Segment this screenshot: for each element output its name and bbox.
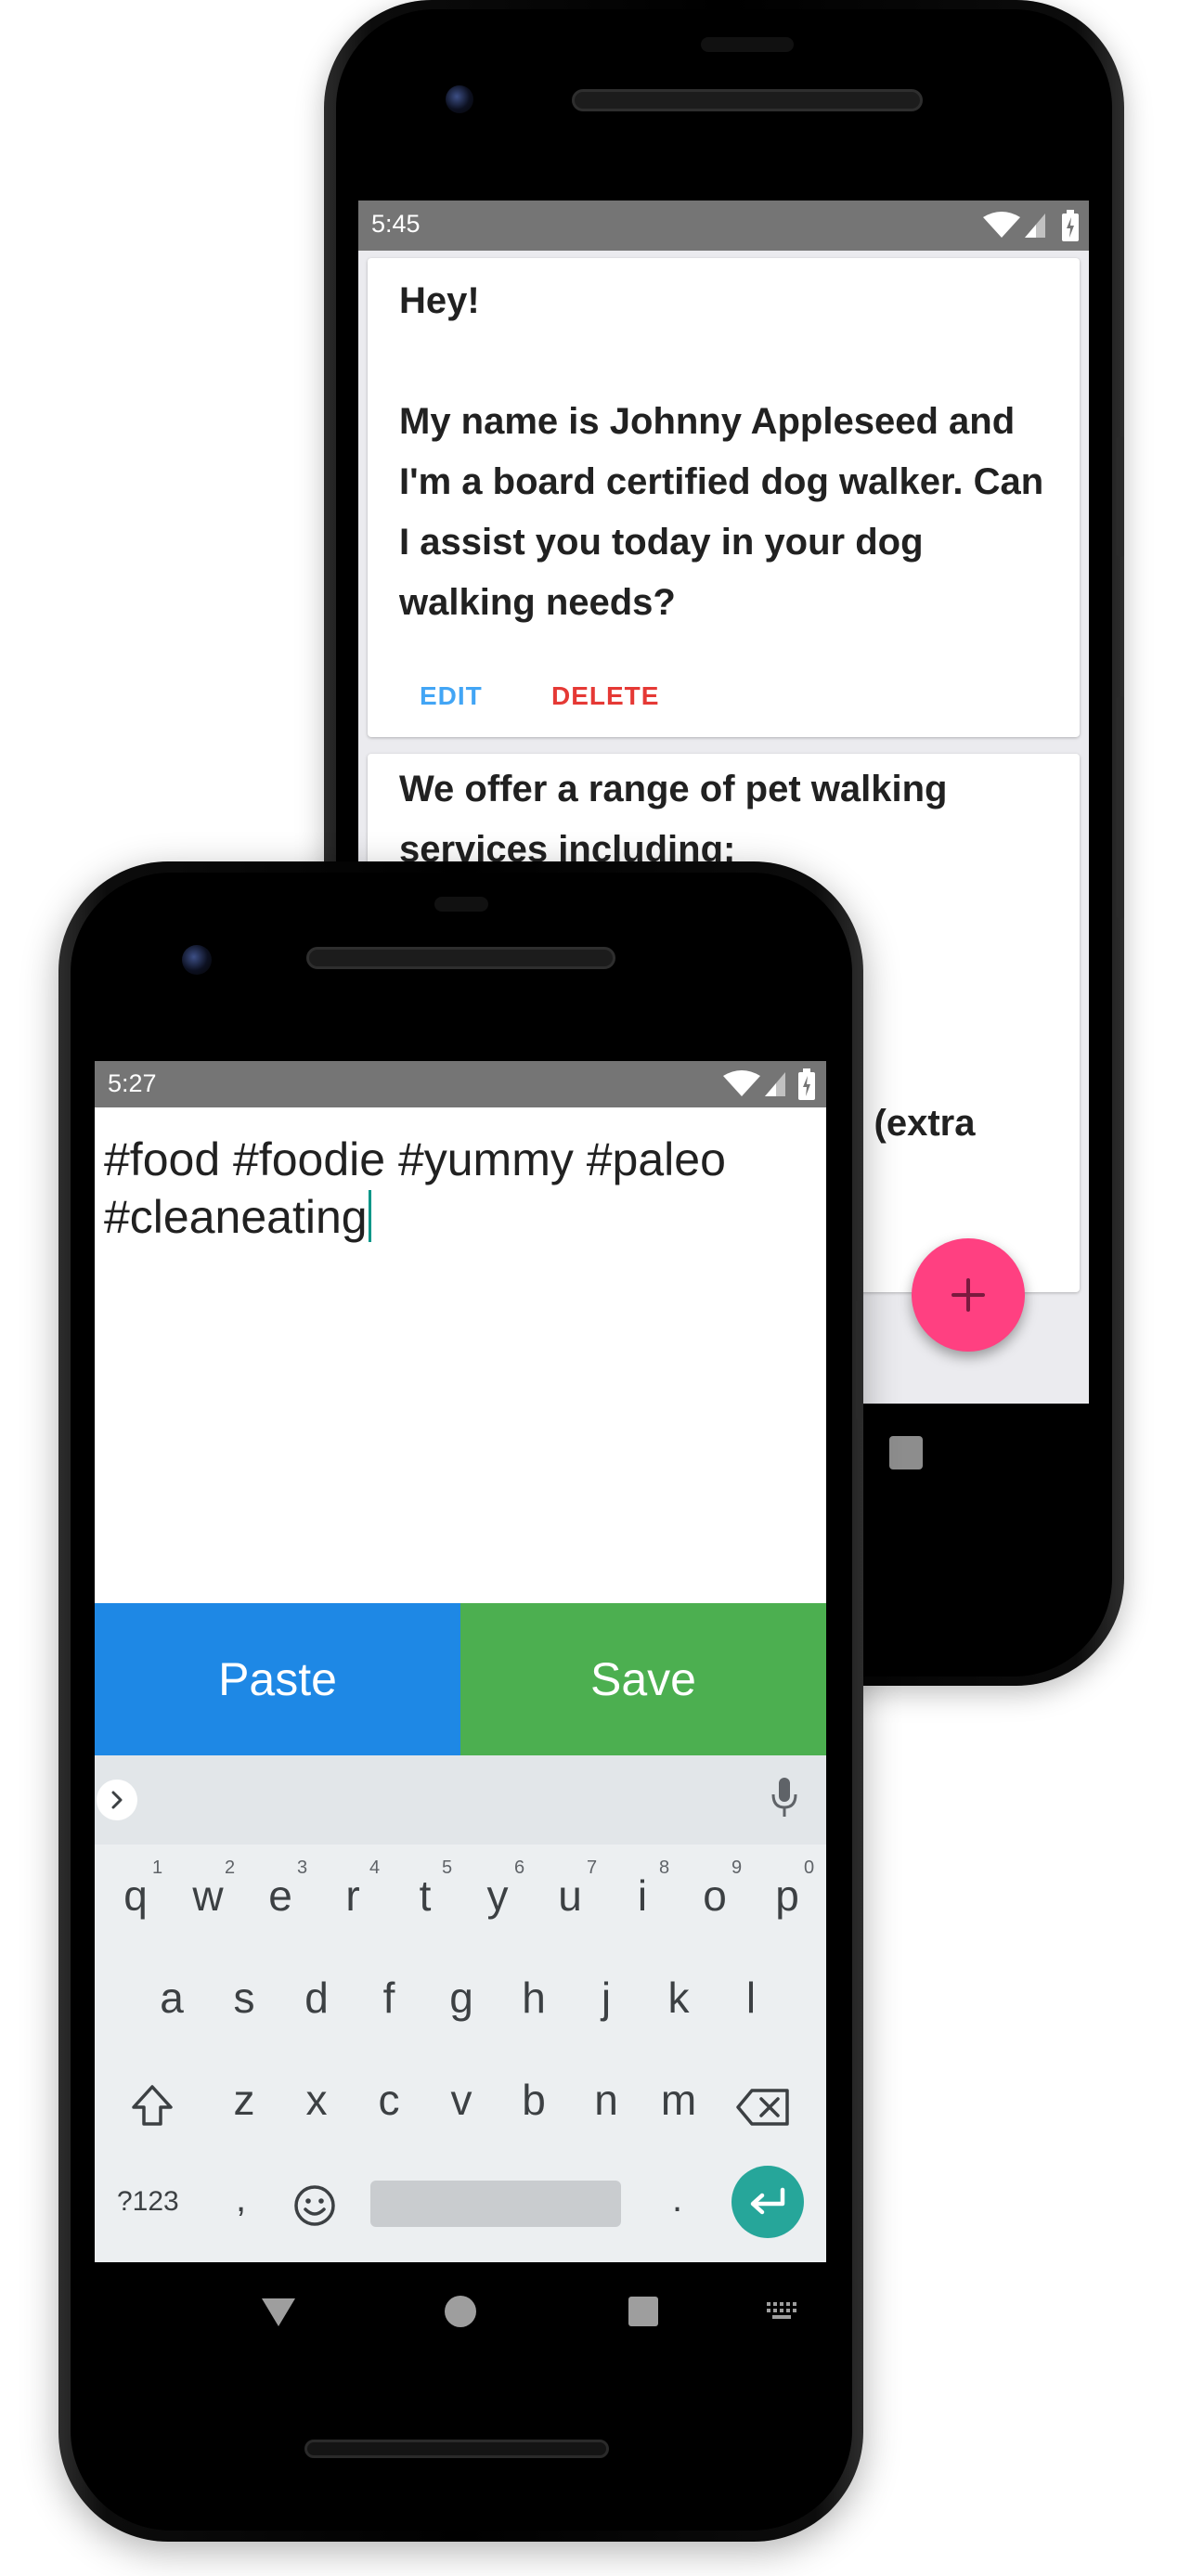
symbols-key[interactable]: ?123 [117,2186,179,2218]
key-x[interactable]: x [289,2075,344,2125]
note-text: Hey! My name is Johnny Appleseed and I'm… [399,280,1044,623]
key-t[interactable]: t [397,1871,453,1921]
back-nav-icon[interactable] [260,2297,297,2328]
key-w[interactable]: w [180,1871,236,1921]
key-j[interactable]: j [578,1973,634,2023]
wifi-icon [983,212,1020,238]
key-p[interactable]: p [759,1871,815,1921]
chevron-right-icon [111,1791,123,1809]
key-f[interactable]: f [361,1973,417,2023]
key-l[interactable]: l [723,1973,779,2023]
save-button[interactable]: Save [460,1603,826,1755]
soft-keyboard: 1 2 3 4 5 6 7 8 9 0 q w e r t y u i o p … [95,1755,826,2262]
keyboard-switch-icon[interactable] [767,2302,796,2321]
keyboard-suggestion-bar [95,1755,826,1845]
front-camera [182,945,212,975]
enter-icon [750,2187,785,2215]
edit-button[interactable]: EDIT [420,681,483,711]
signal-icon [765,1072,785,1096]
back-earpiece [701,37,794,52]
status-time: 5:27 [108,1069,157,1097]
front-earpiece [434,897,488,912]
paste-button[interactable]: Paste [95,1603,460,1755]
note-card: Hey! My name is Johnny Appleseed and I'm… [368,258,1080,737]
key-v[interactable]: v [434,2075,489,2125]
text-cursor [368,1190,371,1242]
shift-icon[interactable] [128,2082,176,2130]
key-q[interactable]: q [108,1871,163,1921]
comma-key[interactable]: , [236,2179,246,2220]
key-a[interactable]: a [144,1973,200,2023]
key-y[interactable]: y [470,1871,525,1921]
enter-key[interactable] [731,2166,804,2238]
microphone-icon[interactable] [770,1776,798,1820]
home-nav-icon[interactable] [445,2296,476,2327]
key-s[interactable]: s [216,1973,272,2023]
note-text-line: We offer a range of pet walking [399,769,948,809]
key-k[interactable]: k [651,1973,706,2023]
signal-icon [1025,214,1045,238]
front-side-button [856,1300,863,1420]
recents-nav-icon[interactable] [889,1436,923,1469]
battery-icon [798,1068,815,1100]
key-i[interactable]: i [615,1871,670,1921]
key-e[interactable]: e [252,1871,308,1921]
emoji-icon[interactable] [291,2182,338,2229]
space-bar[interactable] [370,2181,621,2227]
add-note-button[interactable] [912,1238,1025,1352]
key-m[interactable]: m [651,2075,706,2125]
status-bar: 5:27 [95,1061,826,1107]
period-key[interactable]: . [672,2179,682,2220]
back-side-button [1117,436,1124,557]
back-volume-button [1117,696,1124,919]
expand-toolbar-button[interactable] [97,1780,137,1820]
back-camera [446,85,473,113]
key-h[interactable]: h [506,1973,562,2023]
key-n[interactable]: n [578,2075,634,2125]
front-phone-screen: 5:27 #food #foodie #yummy #paleo #cleane… [95,1061,826,2262]
key-u[interactable]: u [542,1871,598,1921]
delete-button[interactable]: DELETE [551,681,659,711]
plus-icon [952,1278,985,1312]
battery-icon [1062,210,1079,241]
backspace-icon[interactable] [735,2088,791,2127]
front-bottom-speaker [304,2440,609,2458]
editor-text: #food #foodie #yummy #paleo #cleaneating [104,1133,726,1243]
key-g[interactable]: g [434,1973,489,2023]
status-bar: 5:45 [358,201,1089,251]
key-r[interactable]: r [325,1871,381,1921]
front-speaker [306,947,615,969]
key-d[interactable]: d [289,1973,344,2023]
note-editor[interactable]: #food #foodie #yummy #paleo #cleaneating [104,1131,809,1246]
recents-nav-icon[interactable] [628,2297,658,2326]
status-time: 5:45 [371,210,421,238]
key-b[interactable]: b [506,2075,562,2125]
key-z[interactable]: z [216,2075,272,2125]
key-o[interactable]: o [687,1871,743,1921]
back-speaker [572,89,923,111]
wifi-icon [723,1070,760,1096]
key-c[interactable]: c [361,2075,417,2125]
